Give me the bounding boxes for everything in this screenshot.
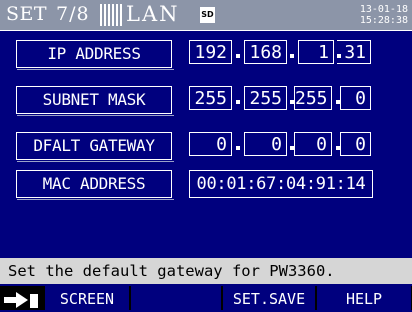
header-time: 15:28:38 <box>359 15 408 26</box>
function-key-bar: SCREEN SET.SAVE HELP <box>0 286 412 310</box>
ip-octet-1[interactable]: 192 <box>189 40 232 64</box>
separator-icon <box>100 4 122 26</box>
page-indicator: 7/8 <box>56 3 90 25</box>
blank-function-key[interactable] <box>130 286 222 310</box>
gateway-row: DFALT GATEWAY 0 0 0 0 <box>0 132 412 162</box>
ip-octet-3[interactable]: 1 <box>298 40 334 64</box>
gateway-octet-2[interactable]: 0 <box>244 132 287 156</box>
gateway-label: DFALT GATEWAY <box>16 132 174 162</box>
mode-label: SET <box>6 3 48 25</box>
exit-arrow-icon[interactable] <box>4 290 42 310</box>
octet-dot <box>236 54 240 58</box>
subnet-octet-3[interactable]: 255 <box>294 86 332 110</box>
gateway-octet-1[interactable]: 0 <box>189 132 232 156</box>
status-message: Set the default gateway for PW3360. <box>0 258 412 284</box>
header-bar: SET 7/8 LAN SD 13-01-18 15:28:38 <box>0 0 412 31</box>
ip-address-label: IP ADDRESS <box>16 40 174 70</box>
mac-address-value: 00:01:67:04:91:14 <box>189 170 373 198</box>
gateway-octet-3[interactable]: 0 <box>294 132 332 156</box>
header-date: 13-01-18 <box>359 4 408 15</box>
octet-dot <box>290 54 294 58</box>
subnet-octet-4[interactable]: 0 <box>340 86 371 110</box>
subnet-mask-label: SUBNET MASK <box>16 86 174 116</box>
subnet-octet-2[interactable]: 255 <box>244 86 287 110</box>
octet-dot <box>236 146 240 150</box>
ip-octet-2[interactable]: 168 <box>244 40 287 64</box>
subnet-mask-row: SUBNET MASK 255 255 255 0 <box>0 86 412 116</box>
gateway-octet-4[interactable]: 0 <box>340 132 371 156</box>
ip-octet-4[interactable]: 31 <box>337 40 371 64</box>
section-title: LAN <box>126 2 180 26</box>
help-button[interactable]: HELP <box>316 286 412 310</box>
octet-dot <box>236 100 240 104</box>
mac-address-row: MAC ADDRESS 00:01:67:04:91:14 <box>0 170 412 200</box>
screen-button[interactable]: SCREEN <box>44 286 130 310</box>
ip-address-row: IP ADDRESS 192 168 1 31 <box>0 40 412 70</box>
set-save-button[interactable]: SET.SAVE <box>222 286 316 310</box>
mac-address-label: MAC ADDRESS <box>16 170 174 200</box>
sd-card-icon: SD <box>200 7 215 23</box>
subnet-octet-1[interactable]: 255 <box>189 86 232 110</box>
